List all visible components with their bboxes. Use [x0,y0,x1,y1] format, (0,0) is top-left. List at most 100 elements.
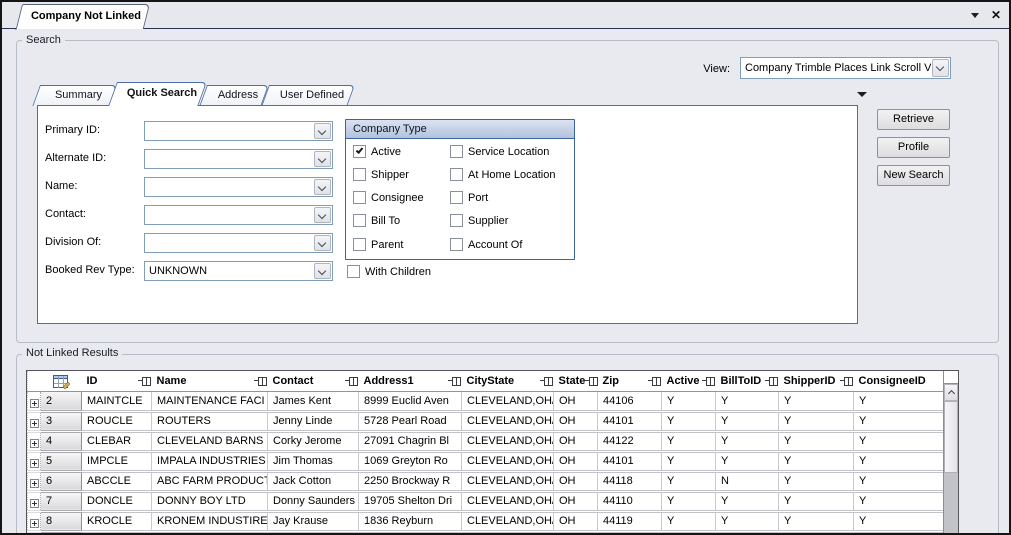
column-header-billtoid[interactable]: BillToID [716,371,779,391]
close-icon[interactable]: ✕ [991,9,1001,21]
table-row[interactable]: 7 DONCLE DONNY BOY LTD Donny Saunders 19… [28,491,946,511]
row-number[interactable]: 3 [41,411,82,431]
expand-row-button[interactable] [28,451,41,471]
scrollbar-header-corner [944,371,958,384]
expand-row-button[interactable] [28,411,41,431]
column-header-consigneeid[interactable]: ConsigneeID [854,371,946,391]
pin-icon[interactable] [840,376,852,385]
checkbox-with-children[interactable]: With Children [347,265,431,278]
pin-icon[interactable] [448,376,460,385]
column-header-state[interactable]: State [554,371,598,391]
alternate-id-combobox[interactable] [144,149,333,169]
chevron-down-icon[interactable] [314,151,331,167]
column-header-citystate[interactable]: CityState [462,371,554,391]
checkbox-account-of[interactable]: Account Of [450,238,522,251]
checkbox-service-location[interactable]: Service Location [450,145,549,158]
checkbox-icon [450,168,463,181]
chevron-down-icon[interactable] [314,263,331,279]
checkbox-bill-to[interactable]: Bill To [353,214,400,227]
checkbox-active[interactable]: Active [353,145,401,158]
column-header-id[interactable]: ID [82,371,152,391]
row-number[interactable]: 4 [41,431,82,451]
tab-company-not-linked[interactable]: Company Not Linked [22,4,150,29]
name-combobox[interactable] [144,177,333,197]
retrieve-button[interactable]: Retrieve [877,109,950,130]
tab-strip-divider [2,28,1009,29]
expand-row-button[interactable] [28,511,41,531]
pin-icon[interactable] [138,376,150,385]
results-table: ID Name Contact Address1 CityState State… [27,371,946,533]
checkbox-supplier[interactable]: Supplier [450,214,508,227]
tab-quick-search[interactable]: Quick Search [117,82,207,106]
pin-icon[interactable] [540,376,552,385]
division-of-combobox[interactable] [144,233,333,253]
checkbox-at-home-location[interactable]: At Home Location [450,168,555,181]
contact-label: Contact: [45,208,86,220]
table-row[interactable]: 2 MAINTCLE MAINTENANCE FACI James Kent 8… [28,391,946,411]
column-header-zip[interactable]: Zip [598,371,662,391]
new-search-button[interactable]: New Search [877,165,950,186]
row-number[interactable]: 8 [41,511,82,531]
checkbox-shipper[interactable]: Shipper [353,168,409,181]
chevron-up-icon [948,390,955,397]
column-header-shipperid[interactable]: ShipperID [779,371,854,391]
expand-row-button[interactable] [28,491,41,511]
checkbox-icon [353,168,366,181]
tab-summary[interactable]: Summary [40,85,117,106]
pin-icon[interactable] [585,376,597,385]
column-header-name[interactable]: Name [152,371,268,391]
vertical-scrollbar[interactable] [943,371,958,535]
pin-icon[interactable] [765,376,777,385]
checkbox-port[interactable]: Port [450,191,488,204]
contact-value [149,206,313,224]
chevron-down-icon[interactable] [314,123,331,139]
pin-icon[interactable] [648,376,660,385]
tab-address-label: Address [207,85,269,106]
primary-id-combobox[interactable] [144,121,333,141]
tab-user-defined[interactable]: User Defined [269,85,355,106]
chevron-down-icon[interactable] [314,179,331,195]
pin-icon[interactable] [345,376,357,385]
column-header-address1[interactable]: Address1 [359,371,462,391]
document-tab-strip: Company Not Linked ✕ [2,2,1009,30]
profile-button[interactable]: Profile [877,137,950,158]
company-type-header: Company Type [346,120,574,139]
scroll-thumb[interactable] [944,401,958,473]
contact-combobox[interactable] [144,205,333,225]
window-menu-icon[interactable] [971,13,979,18]
table-row[interactable]: 5 IMPCLE IMPALA INDUSTRIES Jim Thomas 10… [28,451,946,471]
checkbox-service-location-label: Service Location [468,146,549,158]
pin-icon[interactable] [702,376,714,385]
checkbox-consignee[interactable]: Consignee [353,191,424,204]
checkbox-parent[interactable]: Parent [353,238,403,251]
collapse-panel-arrow-icon[interactable] [857,92,867,97]
expand-row-button[interactable] [28,391,41,411]
row-selector-header[interactable] [41,371,82,391]
expand-row-button[interactable] [28,431,41,451]
column-header-active[interactable]: Active [662,371,716,391]
row-number[interactable]: 2 [41,391,82,411]
column-header-contact[interactable]: Contact [268,371,359,391]
booked-rev-type-combobox[interactable]: UNKNOWN [144,261,333,281]
row-number[interactable]: 7 [41,491,82,511]
scroll-up-button[interactable] [944,384,958,401]
pin-icon[interactable] [254,376,266,385]
chevron-down-icon[interactable] [932,59,949,77]
row-number[interactable]: 6 [41,471,82,491]
checkbox-icon [450,214,463,227]
checkbox-account-of-label: Account Of [468,239,522,251]
booked-rev-type-label: Booked Rev Type: [45,264,135,276]
view-combobox[interactable]: Company Trimble Places Link Scroll Vi [740,57,951,79]
chevron-down-icon[interactable] [314,235,331,251]
not-linked-results-label: Not Linked Results [22,347,122,360]
table-row[interactable]: 6 ABCCLE ABC FARM PRODUCT Jack Cotton 22… [28,471,946,491]
tab-address[interactable]: Address [207,85,269,106]
table-row[interactable]: 3 ROUCLE ROUTERS Jenny Linde 5728 Pearl … [28,411,946,431]
expand-row-button[interactable] [28,471,41,491]
view-combobox-value: Company Trimble Places Link Scroll Vi [745,58,931,78]
company-type-panel: Company Type Active Shipper Consignee Bi… [345,119,575,260]
row-number[interactable]: 5 [41,451,82,471]
chevron-down-icon[interactable] [314,207,331,223]
table-row[interactable]: 4 CLEBAR CLEVELAND BARNS Corky Jerome 27… [28,431,946,451]
table-row[interactable]: 8 KROCLE KRONEM INDUSTIRE Jay Krause 183… [28,511,946,531]
